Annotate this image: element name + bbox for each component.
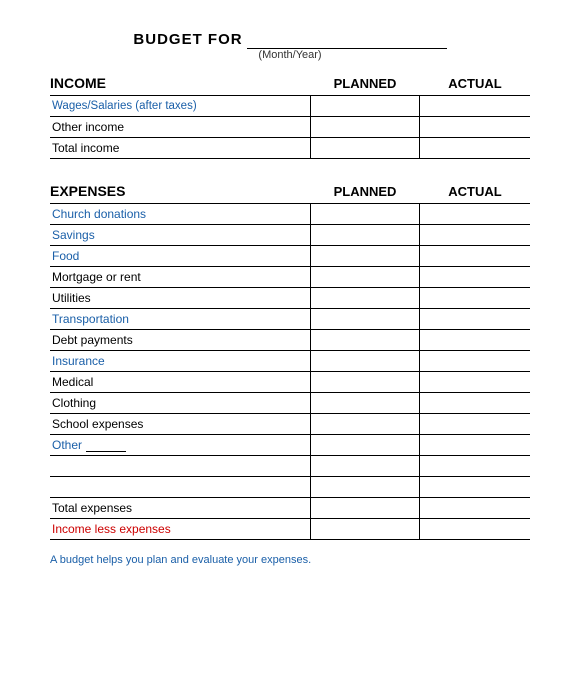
table-row: Food	[50, 245, 530, 266]
table-row: Wages/Salaries (after taxes)	[50, 95, 530, 116]
food-planned-cell[interactable]	[310, 246, 420, 266]
savings-planned-cell[interactable]	[310, 225, 420, 245]
blank-label-2	[50, 477, 310, 497]
church-actual-cell[interactable]	[420, 204, 530, 224]
expenses-section-header: EXPENSES PLANNED ACTUAL	[50, 183, 530, 199]
blank-actual-2[interactable]	[420, 477, 530, 497]
debt-planned-cell[interactable]	[310, 330, 420, 350]
table-row: Clothing	[50, 392, 530, 413]
expenses-title: EXPENSES	[50, 183, 310, 199]
clothing-label: Clothing	[50, 393, 310, 413]
total-income-planned-cell[interactable]	[310, 138, 420, 158]
budget-title-underline	[247, 30, 447, 49]
total-expenses-row: Total expenses	[50, 497, 530, 518]
income-actual-header: ACTUAL	[420, 76, 530, 91]
insurance-planned-cell[interactable]	[310, 351, 420, 371]
table-row: Savings	[50, 224, 530, 245]
mortgage-actual-cell[interactable]	[420, 267, 530, 287]
table-row: Other	[50, 434, 530, 455]
table-row: Total income	[50, 137, 530, 159]
total-income-actual-cell[interactable]	[420, 138, 530, 158]
blank-label-1	[50, 456, 310, 476]
table-row: Other income	[50, 116, 530, 137]
church-donations-label: Church donations	[50, 204, 310, 224]
income-title: INCOME	[50, 75, 310, 91]
other-label: Other	[50, 435, 310, 455]
income-less-row: Income less expenses	[50, 518, 530, 540]
table-row: Insurance	[50, 350, 530, 371]
transportation-actual-cell[interactable]	[420, 309, 530, 329]
other-income-actual-cell[interactable]	[420, 117, 530, 137]
income-section-header: INCOME PLANNED ACTUAL	[50, 75, 530, 91]
expenses-table: Church donations Savings Food Mortgage o…	[50, 203, 530, 540]
clothing-planned-cell[interactable]	[310, 393, 420, 413]
other-actual-cell[interactable]	[420, 435, 530, 455]
table-row: Church donations	[50, 203, 530, 224]
budget-title-line: BUDGET FOR	[50, 30, 530, 49]
income-table: Wages/Salaries (after taxes) Other incom…	[50, 95, 530, 159]
month-year-label: (Month/Year)	[50, 49, 530, 61]
school-planned-cell[interactable]	[310, 414, 420, 434]
blank-planned-2[interactable]	[310, 477, 420, 497]
wages-label: Wages/Salaries (after taxes)	[50, 96, 310, 116]
transportation-label: Transportation	[50, 309, 310, 329]
total-income-label: Total income	[50, 138, 310, 158]
total-expenses-planned-cell[interactable]	[310, 498, 420, 518]
income-less-planned-cell[interactable]	[310, 519, 420, 539]
table-row: Utilities	[50, 287, 530, 308]
other-income-label: Other income	[50, 117, 310, 137]
blank-actual-1[interactable]	[420, 456, 530, 476]
table-row: Medical	[50, 371, 530, 392]
mortgage-planned-cell[interactable]	[310, 267, 420, 287]
other-income-planned-cell[interactable]	[310, 117, 420, 137]
total-expenses-actual-cell[interactable]	[420, 498, 530, 518]
utilities-planned-cell[interactable]	[310, 288, 420, 308]
table-row	[50, 476, 530, 497]
debt-actual-cell[interactable]	[420, 330, 530, 350]
food-actual-cell[interactable]	[420, 246, 530, 266]
utilities-actual-cell[interactable]	[420, 288, 530, 308]
church-planned-cell[interactable]	[310, 204, 420, 224]
clothing-actual-cell[interactable]	[420, 393, 530, 413]
insurance-actual-cell[interactable]	[420, 351, 530, 371]
budget-page: BUDGET FOR (Month/Year) INCOME PLANNED A…	[0, 0, 580, 680]
other-planned-cell[interactable]	[310, 435, 420, 455]
table-row	[50, 455, 530, 476]
school-actual-cell[interactable]	[420, 414, 530, 434]
medical-planned-cell[interactable]	[310, 372, 420, 392]
expenses-actual-header: ACTUAL	[420, 184, 530, 199]
table-row: Transportation	[50, 308, 530, 329]
insurance-label: Insurance	[50, 351, 310, 371]
table-row: Debt payments	[50, 329, 530, 350]
debt-payments-label: Debt payments	[50, 330, 310, 350]
blank-planned-1[interactable]	[310, 456, 420, 476]
table-row: School expenses	[50, 413, 530, 434]
income-planned-header: PLANNED	[310, 76, 420, 91]
income-less-actual-cell[interactable]	[420, 519, 530, 539]
savings-label: Savings	[50, 225, 310, 245]
expenses-planned-header: PLANNED	[310, 184, 420, 199]
wages-actual-cell[interactable]	[420, 96, 530, 116]
footer-note: A budget helps you plan and evaluate you…	[50, 554, 530, 566]
food-label: Food	[50, 246, 310, 266]
medical-actual-cell[interactable]	[420, 372, 530, 392]
utilities-label: Utilities	[50, 288, 310, 308]
school-expenses-label: School expenses	[50, 414, 310, 434]
income-less-label: Income less expenses	[50, 519, 310, 539]
transportation-planned-cell[interactable]	[310, 309, 420, 329]
wages-planned-cell[interactable]	[310, 96, 420, 116]
total-expenses-label: Total expenses	[50, 498, 310, 518]
table-row: Mortgage or rent	[50, 266, 530, 287]
mortgage-label: Mortgage or rent	[50, 267, 310, 287]
medical-label: Medical	[50, 372, 310, 392]
budget-for-label: BUDGET FOR	[133, 31, 242, 48]
savings-actual-cell[interactable]	[420, 225, 530, 245]
